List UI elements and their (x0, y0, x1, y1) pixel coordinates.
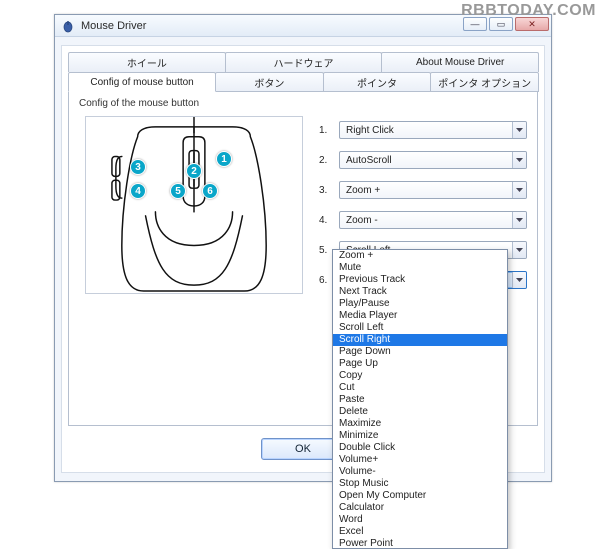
combo-value: Zoom - (346, 215, 378, 226)
tab-label: ポインタ オプション (438, 75, 531, 90)
tab-strip: ホイール ハードウェア About Mouse Driver Config of… (68, 52, 538, 92)
mouse-diagram: 1 2 3 4 5 6 (85, 116, 303, 294)
field-4: 4. Zoom - (319, 210, 527, 230)
field-1: 1. Right Click (319, 120, 527, 140)
dropdown-option[interactable]: Next Track (333, 286, 507, 298)
dropdown-option[interactable]: Double Click (333, 442, 507, 454)
combo-1[interactable]: Right Click (339, 121, 527, 139)
dropdown-option[interactable]: Page Up (333, 358, 507, 370)
dropdown-option[interactable]: Stop Music (333, 478, 507, 490)
section-label: Config of the mouse button (79, 98, 199, 109)
dropdown-option[interactable]: Minimize (333, 430, 507, 442)
dropdown-option[interactable]: Scroll Right (333, 334, 507, 346)
combo-value: Zoom + (346, 185, 380, 196)
dropdown-option[interactable]: Volume+ (333, 454, 507, 466)
dropdown-option[interactable]: Cut (333, 382, 507, 394)
tab-label: ハードウェア (274, 55, 334, 70)
tab-label: About Mouse Driver (416, 57, 504, 68)
dropdown-option[interactable]: Mute (333, 262, 507, 274)
dropdown-option[interactable]: Power Point (333, 538, 507, 549)
dropdown-option[interactable]: Copy (333, 370, 507, 382)
tab-hardware[interactable]: ハードウェア (225, 52, 383, 72)
field-number: 4. (319, 215, 339, 226)
dropdown-option[interactable]: Calculator (333, 502, 507, 514)
chevron-down-icon (512, 182, 526, 198)
combo-4[interactable]: Zoom - (339, 211, 527, 229)
tab-label: Config of mouse button (90, 77, 193, 88)
badge-6: 6 (202, 183, 218, 199)
tab-label: ボタン (254, 75, 284, 90)
combo-6-dropdown[interactable]: Zoom +MutePrevious TrackNext TrackPlay/P… (332, 249, 508, 549)
badge-4: 4 (130, 183, 146, 199)
ok-button-label: OK (295, 443, 311, 455)
tab-wheel[interactable]: ホイール (68, 52, 226, 72)
badge-2: 2 (186, 163, 202, 179)
app-icon (61, 19, 75, 33)
tab-pointer-options[interactable]: ポインタ オプション (430, 72, 539, 92)
dropdown-option[interactable]: Media Player (333, 310, 507, 322)
tab-row-2: Config of mouse button ボタン ポインタ ポインタ オプシ… (68, 72, 538, 92)
dropdown-option[interactable]: Zoom + (333, 250, 507, 262)
chevron-down-icon (512, 212, 526, 228)
field-number: 1. (319, 125, 339, 136)
combo-value: AutoScroll (346, 155, 392, 166)
dropdown-option[interactable]: Scroll Left (333, 322, 507, 334)
chevron-down-icon (512, 272, 526, 288)
dropdown-option[interactable]: Paste (333, 394, 507, 406)
dropdown-option[interactable]: Previous Track (333, 274, 507, 286)
combo-3[interactable]: Zoom + (339, 181, 527, 199)
tab-config-mouse-button[interactable]: Config of mouse button (68, 72, 216, 92)
tab-label: ホイール (127, 55, 167, 70)
dropdown-option[interactable]: Play/Pause (333, 298, 507, 310)
dropdown-option[interactable]: Open My Computer (333, 490, 507, 502)
tab-about[interactable]: About Mouse Driver (381, 52, 539, 72)
combo-2[interactable]: AutoScroll (339, 151, 527, 169)
dropdown-option[interactable]: Delete (333, 406, 507, 418)
chevron-down-icon (512, 152, 526, 168)
dropdown-option[interactable]: Page Down (333, 346, 507, 358)
watermark-text: RBBTODAY.COM (457, 0, 600, 22)
field-3: 3. Zoom + (319, 180, 527, 200)
badge-3: 3 (130, 159, 146, 175)
badge-1: 1 (216, 151, 232, 167)
dropdown-option[interactable]: Volume- (333, 466, 507, 478)
tab-button[interactable]: ボタン (215, 72, 324, 92)
mouse-illustration-svg (86, 117, 302, 293)
dropdown-option[interactable]: Excel (333, 526, 507, 538)
tab-row-1: ホイール ハードウェア About Mouse Driver (68, 52, 538, 72)
field-number: 2. (319, 155, 339, 166)
dropdown-option[interactable]: Maximize (333, 418, 507, 430)
dropdown-option[interactable]: Word (333, 514, 507, 526)
field-2: 2. AutoScroll (319, 150, 527, 170)
tab-label: ポインタ (357, 75, 397, 90)
badge-5: 5 (170, 183, 186, 199)
combo-value: Right Click (346, 125, 394, 136)
stage: Mouse Driver — ▭ ✕ ホイール ハードウェア About Mou… (10, 14, 570, 508)
chevron-down-icon (512, 122, 526, 138)
chevron-down-icon (512, 242, 526, 258)
field-number: 3. (319, 185, 339, 196)
window-title: Mouse Driver (81, 20, 146, 32)
tab-pointer[interactable]: ポインタ (323, 72, 432, 92)
